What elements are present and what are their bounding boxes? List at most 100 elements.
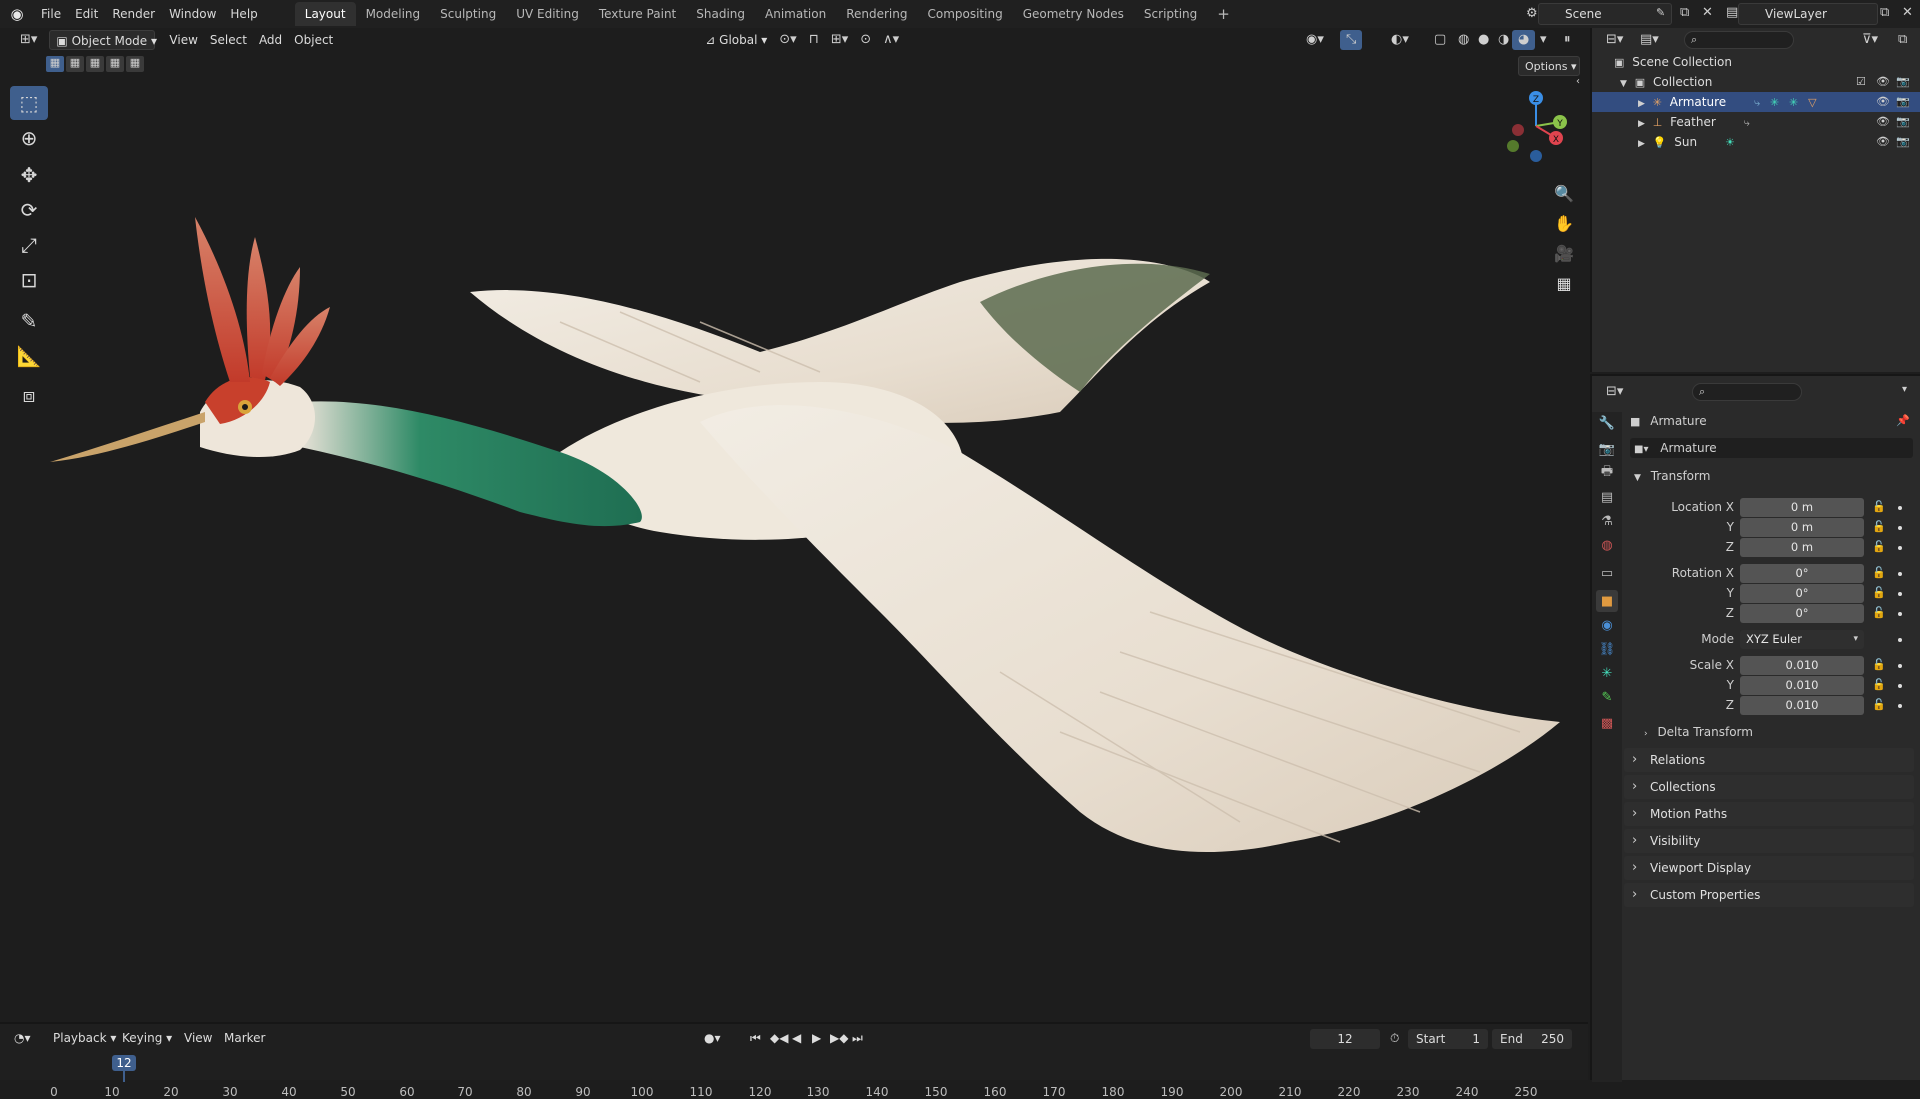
lock-icon[interactable]: 🔓 [1872,520,1886,533]
render-camera-icon[interactable]: 📷 [1896,72,1910,92]
outliner-editor-icon[interactable]: ⊟▾ [1606,32,1623,47]
visibility-eye-icon[interactable]: 👁 [1876,72,1890,92]
play-icon[interactable]: ▶ [812,1028,821,1048]
play-reverse-icon[interactable]: ◀ [792,1028,801,1048]
rotation-y-field[interactable]: 0° [1740,584,1864,603]
scene-selector[interactable]: Scene [1538,3,1672,25]
current-frame-field[interactable]: 12 [1310,1029,1380,1049]
pivot-point-icon[interactable]: ⊙▾ [773,30,802,50]
object-mode-dropdown[interactable]: ▣ Object Mode ▾ [49,30,157,50]
scale-y-field[interactable]: 0.010 [1740,676,1864,695]
keyframe-dot[interactable] [1898,506,1902,510]
snap-icon[interactable]: ⊓ [803,30,825,50]
object-data-tab-icon[interactable]: ✳ [1596,662,1618,684]
add-workspace-button[interactable]: + [1207,2,1240,26]
shading-options-icon[interactable]: ▾ [1534,30,1553,50]
custom-properties-panel-header[interactable]: › Custom Properties [1624,883,1914,907]
zoom-icon[interactable]: 🔍 [1551,180,1577,206]
pose-icon[interactable]: ⤷ [1754,93,1760,113]
preview-range-icon[interactable]: ⏱ [1390,1028,1399,1048]
tab-sculpting[interactable]: Sculpting [430,2,506,26]
keyframe-dot[interactable] [1898,592,1902,596]
snap-target-icon[interactable]: ⊞▾ [825,30,854,50]
keyframe-dot[interactable] [1898,664,1902,668]
outliner-item-armature[interactable]: ▶ ✳ Armature ⤷ ✳ ✳ ▽ 👁 📷 [1592,92,1920,112]
pause-render-icon[interactable]: ⏸ [1558,30,1577,50]
motion-paths-panel-header[interactable]: › Motion Paths [1624,802,1914,826]
visibility-eye-icon[interactable]: 👁 [1876,92,1890,112]
start-frame-field[interactable]: Start 1 [1408,1029,1488,1049]
view-layer-tab-icon[interactable]: ▤ [1596,486,1618,508]
object-tab-icon[interactable]: ■ [1596,590,1618,612]
outliner-collection[interactable]: ▼ ▣ Collection ☑ 👁 📷 [1592,72,1920,92]
3d-viewport[interactable]: ▦ ▦ ▦ ▦ ▦ Options ▾ ⬚ ⊕ ✥ ⟳ ⤢ ⊡ ✎ 📐 ⧈ Z … [0,52,1588,1022]
delete-scene-icon[interactable]: ✕ [1702,5,1713,20]
collections-panel-header[interactable]: › Collections [1624,775,1914,799]
object-name-field[interactable]: ■▾ Armature [1630,438,1913,458]
overlay-toggle-icon[interactable]: ◐▾ [1385,30,1415,50]
properties-editor-icon[interactable]: ⊟▾ [1606,384,1623,399]
camera-view-icon[interactable]: 🎥 [1551,240,1577,266]
visibility-eye-icon[interactable]: 👁 [1876,132,1890,152]
pan-hand-icon[interactable]: ✋ [1551,210,1577,236]
timeline-ruler[interactable]: 0 10 20 30 40 50 60 70 80 90 100 110 120… [0,1052,1588,1099]
bone-tab-icon[interactable]: ✎ [1596,686,1618,708]
menu-select[interactable]: Select [204,30,253,50]
navigation-gizmo[interactable]: Z Y X [1496,86,1576,166]
keyframe-dot[interactable] [1898,684,1902,688]
bone-icon[interactable]: ✳ [1770,93,1779,113]
filter-icon[interactable]: ⊽▾ [1862,32,1878,47]
collapse-sidebar-icon[interactable]: ‹ [1576,76,1580,87]
lock-icon[interactable]: 🔓 [1872,540,1886,553]
proportional-edit-icon[interactable]: ⊙ [854,30,877,50]
tab-texture-paint[interactable]: Texture Paint [589,2,686,26]
keyframe-dot[interactable] [1898,612,1902,616]
texture-tab-icon[interactable]: ▩ [1596,712,1618,734]
output-tab-icon[interactable]: 🖶 [1596,462,1618,484]
delete-view-layer-icon[interactable]: ✕ [1902,5,1913,20]
menu-view[interactable]: View [184,1028,212,1048]
tab-compositing[interactable]: Compositing [917,2,1012,26]
render-tab-icon[interactable]: 📷 [1596,438,1618,460]
playhead[interactable]: 12 [112,1055,136,1071]
bone-data-icon[interactable]: ✳ [1789,93,1798,113]
tab-shading[interactable]: Shading [686,2,755,26]
modifier-icon[interactable]: ▽ [1808,93,1816,113]
tab-geometry-nodes[interactable]: Geometry Nodes [1013,2,1134,26]
keyframe-dot[interactable] [1898,526,1902,530]
pin-icon[interactable]: 📌 [1896,410,1910,432]
gizmo-toggle-icon[interactable]: ⤡ [1340,30,1363,50]
blender-logo-icon[interactable]: ◉ [0,5,34,23]
rotation-mode-dropdown[interactable]: XYZ Euler ▾ [1740,630,1864,649]
render-camera-icon[interactable]: 📷 [1896,132,1910,152]
keyframe-dot[interactable] [1898,546,1902,550]
display-mode-icon[interactable]: ▤▾ [1640,32,1659,47]
visibility-eye-icon[interactable]: 👁 [1876,112,1890,132]
location-z-field[interactable]: 0 m [1740,538,1864,557]
visibility-panel-header[interactable]: › Visibility [1624,829,1914,853]
tab-uv-editing[interactable]: UV Editing [506,2,589,26]
menu-view[interactable]: View [163,30,203,50]
menu-marker[interactable]: Marker [224,1028,265,1048]
new-scene-icon[interactable]: ⧉ [1680,5,1689,20]
view-layer-selector[interactable]: ViewLayer [1738,3,1878,25]
properties-search-input[interactable]: ⌕ [1692,383,1802,401]
tab-animation[interactable]: Animation [755,2,836,26]
collection-checkbox-icon[interactable]: ☑ [1856,72,1866,92]
outliner-search-input[interactable]: ⌕ [1684,31,1794,49]
lock-icon[interactable]: 🔓 [1872,566,1886,579]
render-camera-icon[interactable]: 📷 [1896,92,1910,112]
collection-tab-icon[interactable]: ▭ [1596,562,1618,584]
constraint-tab-icon[interactable]: ⛓ [1596,638,1618,660]
object-type-icon[interactable]: ■▾ [1634,440,1648,460]
rendered-shading-icon[interactable]: ◕ [1512,30,1536,50]
new-collection-icon[interactable]: ⧉ [1898,32,1907,47]
next-keyframe-icon[interactable]: ▶◆ [830,1028,848,1048]
sun-data-icon[interactable]: ☀ [1725,133,1735,153]
new-view-layer-icon[interactable]: ⧉ [1880,5,1889,20]
visibility-filter-icon[interactable]: ◉▾ [1300,30,1330,50]
menu-edit[interactable]: Edit [68,0,105,28]
end-frame-field[interactable]: End 250 [1492,1029,1572,1049]
jump-start-icon[interactable]: ⏮ [750,1028,761,1048]
expand-arrow-icon[interactable]: ▶ [1638,134,1645,154]
